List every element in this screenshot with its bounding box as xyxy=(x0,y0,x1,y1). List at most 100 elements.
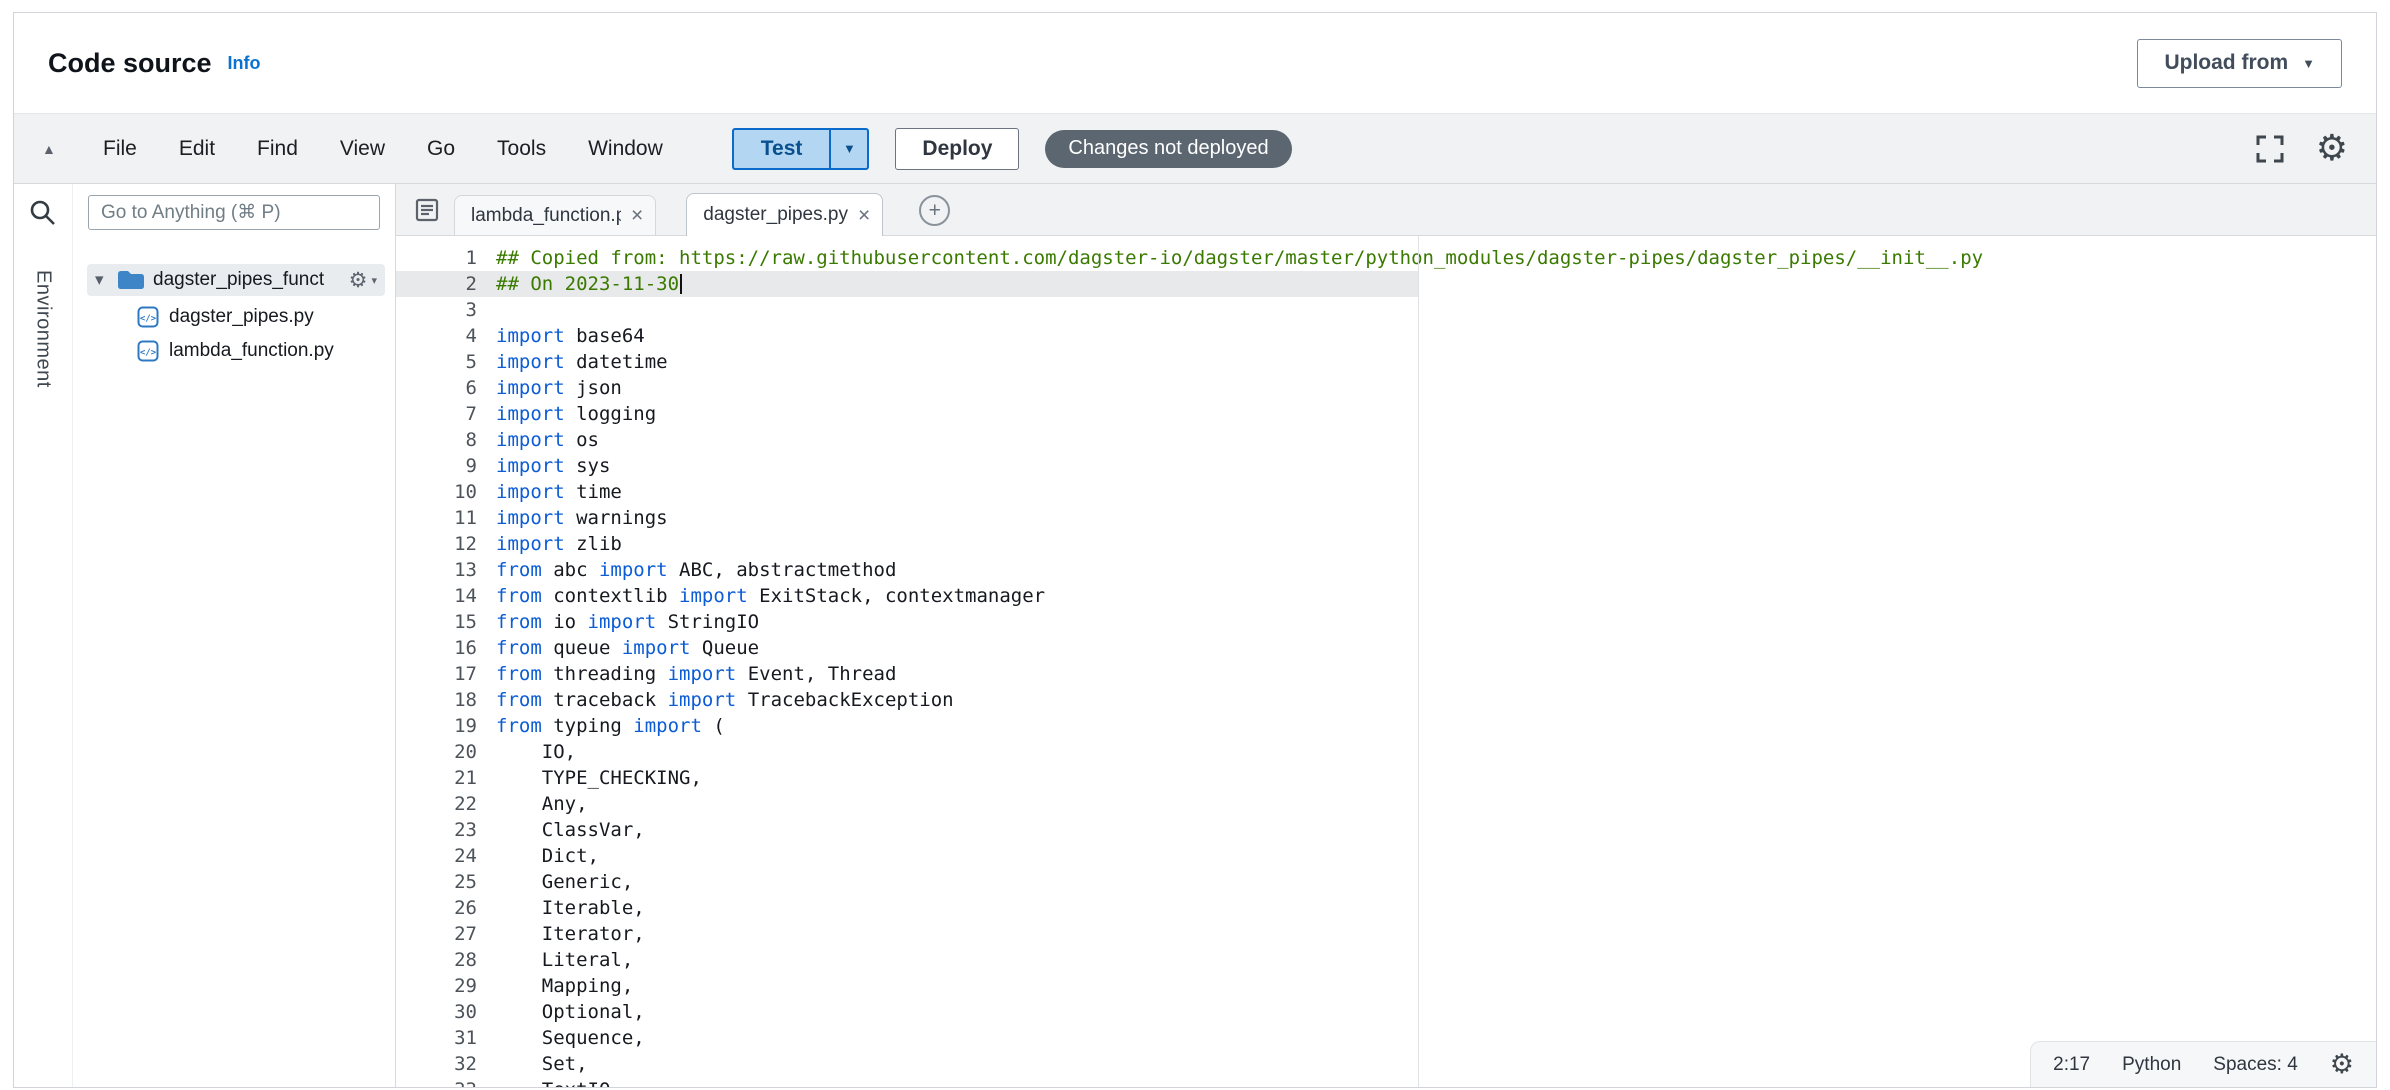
page-title: Code source xyxy=(48,48,212,79)
python-file-icon: </> xyxy=(137,340,159,362)
menu-go[interactable]: Go xyxy=(406,137,476,161)
close-icon[interactable]: × xyxy=(631,205,643,226)
code-line[interactable]: 15from io import StringIO xyxy=(396,609,2376,635)
line-number: 9 xyxy=(396,453,493,479)
code-line[interactable]: 18from traceback import TracebackExcepti… xyxy=(396,687,2376,713)
code-line[interactable]: 7import logging xyxy=(396,401,2376,427)
line-number: 2 xyxy=(396,271,493,297)
caret-down-icon[interactable]: ▾ xyxy=(95,270,117,290)
line-number: 24 xyxy=(396,843,493,869)
code-line-text: from contextlib import ExitStack, contex… xyxy=(493,583,1045,609)
code-line[interactable]: 3 xyxy=(396,297,2376,323)
code-line[interactable]: 22 Any, xyxy=(396,791,2376,817)
menu-file[interactable]: File xyxy=(82,137,158,161)
code-line[interactable]: 13from abc import ABC, abstractmethod xyxy=(396,557,2376,583)
code-line[interactable]: 20 IO, xyxy=(396,739,2376,765)
code-line[interactable]: 17from threading import Event, Thread xyxy=(396,661,2376,687)
code-line[interactable]: 8import os xyxy=(396,427,2376,453)
code-line[interactable]: 12import zlib xyxy=(396,531,2376,557)
indent-setting[interactable]: Spaces: 4 xyxy=(2213,1054,2298,1076)
line-number: 4 xyxy=(396,323,493,349)
menu-window[interactable]: Window xyxy=(567,137,684,161)
code-line[interactable]: 14from contextlib import ExitStack, cont… xyxy=(396,583,2376,609)
goto-anything-input[interactable] xyxy=(88,195,380,230)
code-line-text: Iterator, xyxy=(493,921,645,947)
code-line[interactable]: 25 Generic, xyxy=(396,869,2376,895)
line-number: 32 xyxy=(396,1051,493,1077)
menu-edit[interactable]: Edit xyxy=(158,137,236,161)
code-line[interactable]: 23 ClassVar, xyxy=(396,817,2376,843)
test-split-button: Test ▼ xyxy=(732,128,870,170)
code-line[interactable]: 1## Copied from: https://raw.githubuserc… xyxy=(396,245,2376,271)
menu-list: FileEditFindViewGoToolsWindow xyxy=(82,137,684,161)
line-number: 12 xyxy=(396,531,493,557)
code-line[interactable]: 26 Iterable, xyxy=(396,895,2376,921)
line-number: 10 xyxy=(396,479,493,505)
code-line[interactable]: 4import base64 xyxy=(396,323,2376,349)
code-line-text: IO, xyxy=(493,739,576,765)
code-line[interactable]: 10import time xyxy=(396,479,2376,505)
code-line-text: import json xyxy=(493,375,622,401)
tab-label: lambda_function.py xyxy=(471,205,621,227)
code-line[interactable]: 5import datetime xyxy=(396,349,2376,375)
tree-folder-item[interactable]: ▾ dagster_pipes_funct ⚙ ▾ xyxy=(87,264,385,296)
code-line-text: from traceback import TracebackException xyxy=(493,687,954,713)
code-editor[interactable]: 1## Copied from: https://raw.githubuserc… xyxy=(396,236,2376,1087)
code-line[interactable]: 27 Iterator, xyxy=(396,921,2376,947)
menu-view[interactable]: View xyxy=(319,137,406,161)
upload-from-button[interactable]: Upload from ▼ xyxy=(2137,39,2342,88)
code-line[interactable]: 29 Mapping, xyxy=(396,973,2376,999)
menu-tools[interactable]: Tools xyxy=(476,137,567,161)
code-line-text: from typing import ( xyxy=(493,713,725,739)
test-button[interactable]: Test xyxy=(732,128,830,170)
close-icon[interactable]: × xyxy=(858,205,870,226)
language-mode[interactable]: Python xyxy=(2122,1054,2181,1076)
code-line-text: import logging xyxy=(493,401,656,427)
code-line-text: from io import StringIO xyxy=(493,609,759,635)
code-line[interactable]: 19from typing import ( xyxy=(396,713,2376,739)
chevron-down-icon: ▼ xyxy=(2302,56,2315,71)
code-line-text: TextIO xyxy=(493,1077,610,1087)
fullscreen-icon[interactable] xyxy=(2254,133,2286,165)
code-line[interactable]: 16from queue import Queue xyxy=(396,635,2376,661)
line-number: 28 xyxy=(396,947,493,973)
print-margin-line xyxy=(1418,236,1419,1087)
chevron-down-icon: ▼ xyxy=(843,141,856,156)
line-number: 25 xyxy=(396,869,493,895)
search-icon[interactable] xyxy=(28,198,58,228)
code-line[interactable]: 6import json xyxy=(396,375,2376,401)
deploy-status-badge: Changes not deployed xyxy=(1045,130,1291,168)
line-number: 21 xyxy=(396,765,493,791)
line-number: 5 xyxy=(396,349,493,375)
tree-file-item[interactable]: </>dagster_pipes.py xyxy=(73,300,395,334)
code-line[interactable]: 11import warnings xyxy=(396,505,2376,531)
svg-text:</>: </> xyxy=(140,314,157,324)
info-link[interactable]: Info xyxy=(228,53,261,74)
test-dropdown-button[interactable]: ▼ xyxy=(829,128,869,170)
deploy-button[interactable]: Deploy xyxy=(895,128,1019,170)
menu-find[interactable]: Find xyxy=(236,137,319,161)
code-line-text: Set, xyxy=(493,1051,588,1077)
editor-settings-gear-icon[interactable]: ⚙ xyxy=(2316,131,2348,167)
code-line[interactable]: 24 Dict, xyxy=(396,843,2376,869)
file-list-icon[interactable] xyxy=(414,197,440,223)
code-line[interactable]: 30 Optional, xyxy=(396,999,2376,1025)
add-tab-icon[interactable]: + xyxy=(919,195,950,226)
collapse-panel-icon[interactable]: ▲ xyxy=(42,141,82,157)
environment-tab-label[interactable]: Environment xyxy=(32,270,55,388)
file-tree: ▾ dagster_pipes_funct ⚙ ▾ </>dagster_pip… xyxy=(73,264,395,368)
code-line[interactable]: 9import sys xyxy=(396,453,2376,479)
cursor-position: 2:17 xyxy=(2053,1054,2090,1076)
code-line-text: Dict, xyxy=(493,843,599,869)
code-line[interactable]: 21 TYPE_CHECKING, xyxy=(396,765,2376,791)
tab-lambda_function-py[interactable]: lambda_function.py × xyxy=(454,195,656,235)
code-line-text: import sys xyxy=(493,453,610,479)
line-number: 1 xyxy=(396,245,493,271)
code-line[interactable]: 2## On 2023-11-30 xyxy=(396,271,2376,297)
tree-file-item[interactable]: </>lambda_function.py xyxy=(73,334,395,368)
tab-dagster_pipes-py[interactable]: dagster_pipes.py× xyxy=(686,193,883,236)
line-number: 14 xyxy=(396,583,493,609)
status-settings-gear-icon[interactable]: ⚙ xyxy=(2330,1051,2354,1078)
code-line[interactable]: 28 Literal, xyxy=(396,947,2376,973)
tree-settings-gear-icon[interactable]: ⚙ ▾ xyxy=(349,270,377,291)
